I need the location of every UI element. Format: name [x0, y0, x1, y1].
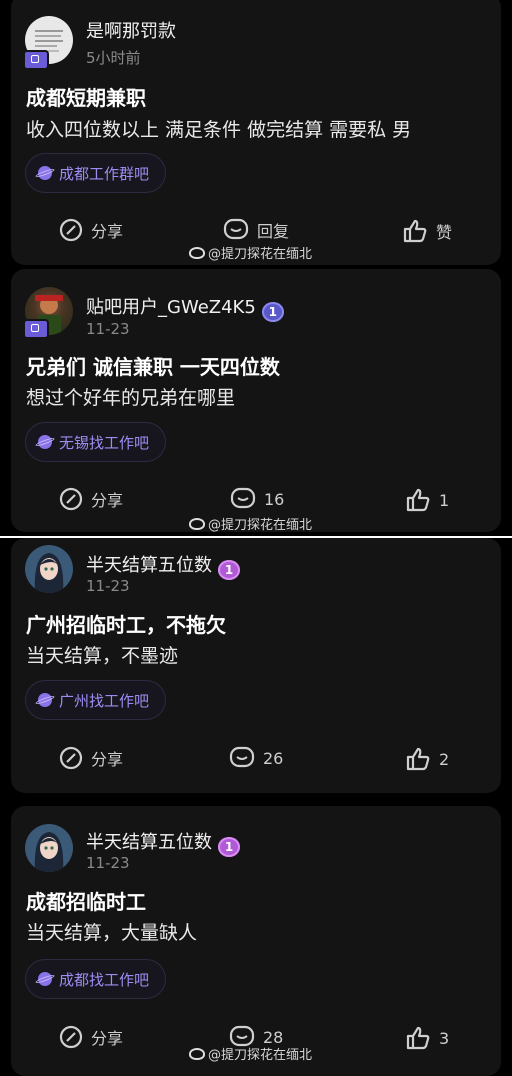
forum-tag[interactable]: 广州找工作吧	[25, 680, 167, 720]
avatar[interactable]	[25, 824, 73, 872]
like-button[interactable]: 3	[405, 1025, 449, 1051]
like-button[interactable]: 1	[405, 487, 449, 513]
username[interactable]: 是啊那罚款	[86, 17, 176, 43]
forum-tag[interactable]: 成都工作群吧	[25, 153, 167, 193]
like-count: 2	[439, 749, 450, 769]
thumbs-up-icon	[406, 1026, 430, 1050]
share-label: 分享	[91, 750, 124, 769]
post-title[interactable]: 广州招临时工，不拖欠	[26, 609, 226, 638]
watermark: @提刀探花在缅北	[189, 514, 312, 533]
post-card[interactable]: 半天结算五位数 1 11-23 成都招临时工 当天结算，大量缺人 成都找工作吧 分…	[11, 806, 501, 1076]
thumbs-up-icon	[403, 219, 427, 243]
watermark-text: @提刀探花在缅北	[208, 247, 313, 262]
share-label: 分享	[91, 1029, 124, 1048]
comment-button[interactable]: 16	[230, 487, 284, 511]
post-title[interactable]: 成都招临时工	[26, 886, 146, 915]
like-button[interactable]: 赞	[402, 218, 452, 244]
post-time: 11-23	[86, 854, 130, 872]
share-button[interactable]: 分享	[59, 218, 123, 242]
post-time: 11-23	[86, 320, 130, 338]
forum-tag[interactable]: 成都找工作吧	[25, 959, 167, 999]
username[interactable]: 半天结算五位数 1	[86, 828, 240, 857]
post-body[interactable]: 想过个好年的兄弟在哪里	[26, 383, 235, 410]
planet-icon	[38, 972, 52, 986]
level-badge: 1	[218, 837, 240, 857]
planet-icon	[38, 166, 52, 180]
comment-count: 16	[264, 489, 285, 509]
verified-badge-icon	[23, 319, 49, 339]
watermark: @提刀探花在缅北	[189, 243, 312, 262]
post-card[interactable]: 半天结算五位数 1 11-23 广州招临时工，不拖欠 当天结算，不墨迹 广州找工作…	[11, 538, 501, 793]
weibo-icon	[189, 1047, 205, 1060]
comment-button[interactable]: 26	[229, 746, 283, 770]
comment-label: 回复	[257, 222, 290, 241]
forum-tag-label: 成都找工作吧	[59, 970, 150, 989]
avatar[interactable]	[25, 545, 73, 593]
weibo-icon	[189, 246, 205, 259]
username[interactable]: 贴吧用户_GWeZ4K5 1	[86, 293, 284, 322]
comment-icon	[223, 218, 249, 240]
like-count: 1	[439, 490, 450, 510]
share-button[interactable]: 分享	[59, 1025, 123, 1049]
planet-icon	[38, 435, 52, 449]
watermark-text: @提刀探花在缅北	[208, 518, 313, 533]
forum-tag-label: 无锡找工作吧	[59, 433, 150, 452]
share-icon	[59, 746, 83, 770]
like-count: 3	[439, 1028, 450, 1048]
share-label: 分享	[91, 491, 124, 510]
weibo-icon	[189, 517, 205, 530]
share-icon	[59, 1025, 83, 1049]
share-label: 分享	[91, 222, 124, 241]
share-button[interactable]: 分享	[59, 487, 123, 511]
share-icon	[59, 218, 83, 242]
watermark-text: @提刀探花在缅北	[208, 1048, 313, 1063]
planet-icon	[38, 693, 52, 707]
watermark: @提刀探花在缅北	[189, 1044, 312, 1063]
forum-tag-label: 广州找工作吧	[59, 691, 150, 710]
share-button[interactable]: 分享	[59, 746, 123, 770]
post-card[interactable]: 是啊那罚款 5小时前 成都短期兼职 收入四位数以上 满足条件 做完结算 需要私 …	[11, 0, 501, 265]
like-button[interactable]: 2	[405, 746, 449, 772]
like-label: 赞	[436, 223, 453, 242]
post-body[interactable]: 收入四位数以上 满足条件 做完结算 需要私 男	[26, 115, 411, 142]
post-card[interactable]: 贴吧用户_GWeZ4K5 1 11-23 兄弟们 诚信兼职 一天四位数 想过个好年…	[11, 269, 501, 533]
thumbs-up-icon	[406, 747, 430, 771]
post-title[interactable]: 兄弟们 诚信兼职 一天四位数	[26, 351, 280, 380]
post-time: 11-23	[86, 577, 130, 595]
comment-icon	[229, 746, 255, 768]
thumbs-up-icon	[406, 488, 430, 512]
avatar-anime-icon	[34, 832, 64, 872]
username-text: 半天结算五位数	[86, 832, 212, 853]
comment-button[interactable]: 回复	[223, 218, 289, 242]
share-icon	[59, 487, 83, 511]
level-badge: 1	[218, 560, 240, 580]
verified-badge-icon	[23, 50, 49, 70]
username-text: 贴吧用户_GWeZ4K5	[86, 297, 256, 318]
avatar-anime-icon	[34, 553, 64, 593]
comment-count: 26	[263, 748, 284, 768]
forum-tag-label: 成都工作群吧	[59, 164, 150, 183]
post-body[interactable]: 当天结算，大量缺人	[26, 918, 197, 945]
forum-tag[interactable]: 无锡找工作吧	[25, 422, 167, 462]
level-badge: 1	[261, 302, 284, 322]
post-title[interactable]: 成都短期兼职	[26, 82, 146, 111]
post-body[interactable]: 当天结算，不墨迹	[26, 641, 178, 668]
post-time: 5小时前	[86, 49, 141, 67]
username-text: 半天结算五位数	[86, 555, 212, 576]
comment-icon	[230, 487, 256, 509]
username[interactable]: 半天结算五位数 1	[86, 551, 240, 580]
